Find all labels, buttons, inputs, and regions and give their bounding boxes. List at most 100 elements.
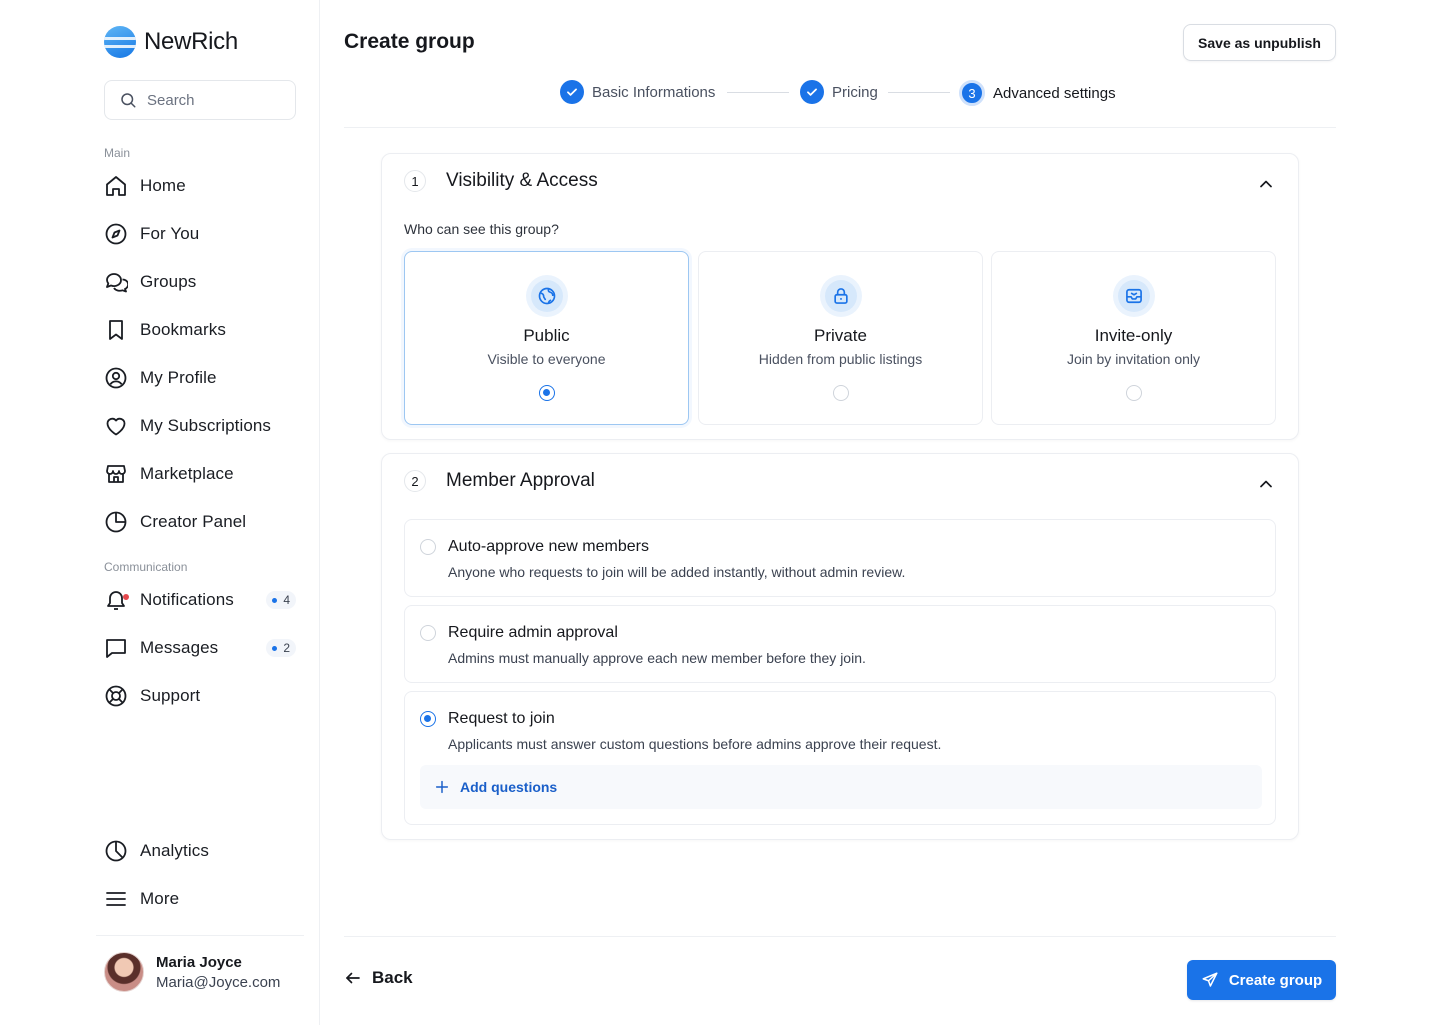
sidebar-item-creator-panel[interactable]: Creator Panel: [104, 502, 296, 542]
sidebar-item-marketplace[interactable]: Marketplace: [104, 454, 296, 494]
sidebar-item-analytics[interactable]: Analytics: [104, 831, 296, 871]
create-group-label: Create group: [1228, 971, 1323, 989]
sidebar-item-label: More: [140, 889, 180, 908]
visibility-option-private[interactable]: Private Hidden from public listings: [698, 251, 983, 425]
home-icon: [104, 174, 128, 198]
sidebar-item-my-profile[interactable]: My Profile: [104, 358, 296, 398]
footer-divider: [344, 936, 1336, 937]
option-subtitle: Visible to everyone: [487, 351, 606, 367]
heart-icon: [104, 414, 128, 438]
chevron-up-icon[interactable]: [1256, 474, 1276, 494]
sidebar-item-more[interactable]: More: [104, 879, 296, 919]
sidebar-item-notifications[interactable]: Notifications 4: [104, 580, 296, 620]
avatar: [104, 952, 144, 992]
arrow-left-icon: [346, 972, 360, 984]
store-icon: [104, 462, 128, 486]
sidebar-item-groups[interactable]: Groups: [104, 262, 296, 302]
option-title: Invite-only: [1094, 326, 1173, 345]
visibility-option-invite-only[interactable]: Invite-only Join by invitation only: [991, 251, 1276, 425]
lifebuoy-icon: [104, 684, 128, 708]
visibility-option-public[interactable]: Public Visible to everyone: [404, 251, 689, 425]
app-name: NewRich: [144, 28, 238, 55]
card-header: 2 Member Approval: [404, 470, 595, 492]
sidebar-divider: [96, 935, 304, 936]
step-connector: [727, 92, 789, 93]
private-radio[interactable]: [832, 385, 849, 401]
user-name: Maria Joyce: [156, 953, 242, 971]
option-subtitle: Admins must manually approve each new me…: [448, 650, 866, 666]
inbox-icon: [1112, 275, 1155, 317]
step-pricing[interactable]: Pricing: [800, 80, 878, 104]
option-subtitle: Hidden from public listings: [758, 351, 923, 367]
card-title: Visibility & Access: [446, 170, 598, 191]
option-title: Auto-approve new members: [448, 538, 649, 555]
option-title: Public: [523, 326, 570, 345]
approval-option-auto-approve[interactable]: Auto-approve new members Anyone who requ…: [404, 519, 1276, 597]
request-to-join-radio[interactable]: [420, 711, 436, 727]
user-email: Maria@Joyce.com: [156, 973, 281, 991]
visibility-question: Who can see this group?: [404, 221, 559, 237]
stepper: Basic Informations Pricing 3 Advanced se…: [0, 80, 1440, 106]
app-logo[interactable]: NewRich: [104, 26, 238, 58]
sidebar-item-label: Support: [140, 686, 201, 705]
sidebar-item-label: My Subscriptions: [140, 416, 272, 435]
card-title: Member Approval: [446, 470, 595, 491]
card-number: 2: [404, 470, 426, 492]
sidebar-item-messages[interactable]: Messages 2: [104, 628, 296, 668]
compass-icon: [104, 222, 128, 246]
sidebar-item-bookmarks[interactable]: Bookmarks: [104, 310, 296, 350]
sidebar-item-my-subscriptions[interactable]: My Subscriptions: [104, 406, 296, 446]
step-label: Advanced settings: [993, 84, 1116, 102]
header-divider: [344, 127, 1336, 128]
sidebar-item-support[interactable]: Support: [104, 676, 296, 716]
sidebar-item-label: Messages: [140, 638, 219, 657]
sidebar-item-label: Marketplace: [140, 464, 234, 483]
chevron-up-icon[interactable]: [1256, 174, 1276, 194]
step-basic-informations[interactable]: Basic Informations: [560, 80, 715, 104]
option-title: Private: [814, 326, 867, 345]
message-count-badge: 2: [266, 639, 296, 657]
sidebar-item-label: Bookmarks: [140, 320, 226, 339]
step-advanced-settings[interactable]: 3 Advanced settings: [959, 80, 1116, 106]
bell-icon: [104, 588, 129, 612]
save-as-unpublish-button[interactable]: Save as unpublish: [1183, 24, 1336, 61]
back-button[interactable]: Back: [344, 968, 413, 988]
sidebar-item-label: Groups: [140, 272, 197, 291]
card-number: 1: [404, 170, 426, 192]
notification-dot: [123, 594, 129, 600]
page-title: Create group: [344, 30, 475, 53]
message-icon: [104, 636, 128, 660]
user-profile[interactable]: Maria Joyce Maria@Joyce.com: [104, 952, 280, 992]
sidebar-item-label: Home: [140, 176, 186, 195]
lock-icon: [819, 275, 862, 317]
approval-option-require-admin[interactable]: Require admin approval Admins must manua…: [404, 605, 1276, 683]
option-subtitle: Join by invitation only: [1066, 351, 1201, 367]
sidebar-item-label: Analytics: [140, 841, 209, 860]
option-subtitle: Applicants must answer custom questions …: [448, 736, 942, 752]
option-subtitle: Anyone who requests to join will be adde…: [448, 564, 906, 580]
add-questions-label: Add questions: [460, 779, 558, 795]
require-admin-radio[interactable]: [420, 625, 436, 641]
send-icon: [1202, 972, 1218, 987]
public-radio[interactable]: [538, 385, 555, 401]
user-circle-icon: [104, 366, 128, 390]
menu-icon: [104, 887, 128, 911]
analytics-icon: [104, 839, 128, 863]
add-questions-button[interactable]: Add questions: [420, 765, 1262, 809]
option-title: Require admin approval: [448, 624, 618, 641]
globe-icon: [525, 275, 568, 317]
sidebar-item-for-you[interactable]: For You: [104, 214, 296, 254]
sidebar-item-home[interactable]: Home: [104, 166, 296, 206]
pie-chart-icon: [104, 510, 128, 534]
sidebar-item-label: My Profile: [140, 368, 217, 387]
step-label: Basic Informations: [592, 83, 716, 101]
auto-approve-radio[interactable]: [420, 539, 436, 555]
logo-icon: [104, 26, 136, 58]
sidebar-item-label: Creator Panel: [140, 512, 247, 531]
approval-option-request-to-join[interactable]: Request to join Applicants must answer c…: [404, 691, 1276, 825]
invite-only-radio[interactable]: [1125, 385, 1142, 401]
step-connector: [888, 92, 950, 93]
member-approval-card: 2 Member Approval Auto-approve new membe…: [381, 453, 1299, 840]
plus-icon: [435, 780, 449, 794]
create-group-button[interactable]: Create group: [1187, 960, 1336, 1000]
